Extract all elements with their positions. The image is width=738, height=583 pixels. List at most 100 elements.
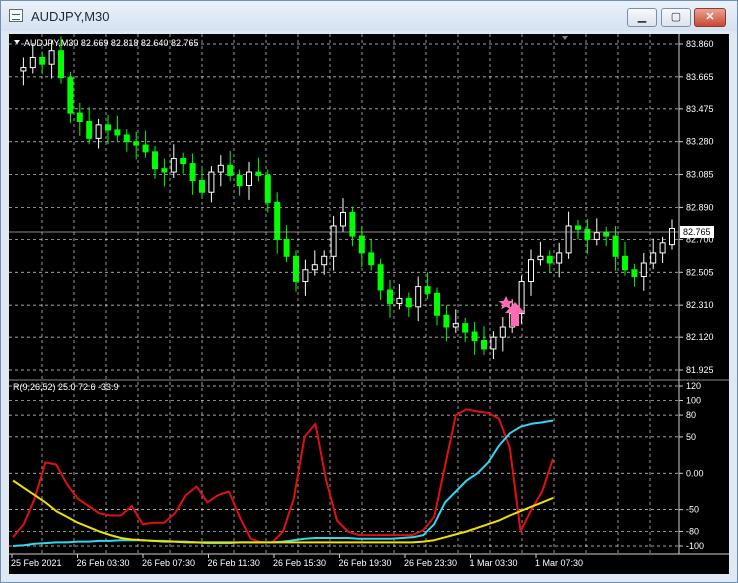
indicator-tick-label: -100 <box>686 541 704 551</box>
candle-body <box>189 163 196 181</box>
price-tick-label: 82.700 <box>686 234 714 244</box>
candle-body <box>170 158 177 173</box>
indicator-tick-label: 0.00 <box>686 468 704 478</box>
candle-body <box>537 255 544 261</box>
candle-body <box>58 50 64 79</box>
candle-body <box>330 225 337 257</box>
price-tick-label: 82.890 <box>686 202 714 212</box>
candle-body <box>481 340 487 350</box>
chart-canvas[interactable]: AUDJPY,M30 82.669 82.818 82.640 82.765 R… <box>9 34 729 574</box>
candle-body <box>76 112 83 122</box>
indicator-tick-label: 80 <box>686 410 696 420</box>
time-tick-label: 26 Feb 07:30 <box>142 558 195 568</box>
candle-body <box>227 164 234 176</box>
candle-body <box>659 242 666 254</box>
candle-body <box>180 158 187 165</box>
price-tick-label: 83.475 <box>686 104 714 114</box>
time-tick-label: 26 Feb 19:30 <box>339 558 392 568</box>
price-tick-label: 83.860 <box>686 39 714 49</box>
candle-body <box>650 252 657 264</box>
candle-body <box>274 201 281 240</box>
shift-marker-icon[interactable] <box>562 36 568 40</box>
candle-body <box>86 120 93 139</box>
candle-body <box>105 124 111 131</box>
time-tick-label: 1 Mar 07:30 <box>535 558 583 568</box>
candle-body <box>405 297 412 308</box>
candle-body <box>208 171 215 193</box>
title-bar[interactable]: AUDJPY,M30 ▁ ▢ ✕ <box>1 1 737 31</box>
candle-body <box>462 323 469 333</box>
candle-body <box>584 228 591 240</box>
candle-body <box>387 289 393 304</box>
candle-body <box>283 238 290 257</box>
candle-body <box>640 262 647 277</box>
candle-body <box>358 235 365 254</box>
price-tick-label: 82.505 <box>686 267 714 277</box>
candle-body <box>452 323 459 328</box>
indicator-line-yellow <box>12 479 554 544</box>
indicator-label: R(9,26,52) 25.0 72.6 -33.9 <box>13 382 119 392</box>
candle-body <box>142 144 149 153</box>
candle-body <box>246 171 252 187</box>
candle-body <box>490 336 497 350</box>
symbol-dropdown-icon[interactable] <box>14 40 20 44</box>
price-tick-label: 82.310 <box>686 300 714 310</box>
price-tick-label: 83.665 <box>686 72 714 82</box>
candle-body <box>565 225 572 254</box>
candle-body <box>528 259 534 283</box>
candle-body <box>152 151 158 170</box>
close-button[interactable]: ✕ <box>694 8 726 27</box>
candle-body <box>415 286 422 308</box>
chart-window-icon <box>9 9 23 22</box>
candle-body <box>133 141 140 146</box>
candle-body <box>199 179 205 193</box>
candle-body <box>29 56 36 69</box>
time-tick-label: 26 Feb 11:30 <box>208 558 260 568</box>
candle-body <box>95 124 102 139</box>
window-title: AUDJPY,M30 <box>31 9 110 24</box>
candle-body <box>593 232 600 240</box>
chart-area[interactable]: AUDJPY,M30 82.669 82.818 82.640 82.765 R… <box>9 34 729 574</box>
candle-body <box>67 77 74 114</box>
indicator-tick-label: 120 <box>686 381 701 391</box>
candle-body <box>39 56 46 65</box>
time-tick-label: 26 Feb 03:30 <box>77 558 130 568</box>
candle-body <box>321 255 328 266</box>
candle-body <box>612 235 619 257</box>
indicator-tick-label: 50 <box>686 432 696 442</box>
candle-body <box>236 174 243 187</box>
indicator-line-cyan <box>12 419 554 547</box>
candle-body <box>293 255 299 283</box>
chart-header: AUDJPY,M30 82.669 82.818 82.640 82.765 <box>24 38 198 48</box>
time-tick-label: 1 Mar 03:30 <box>470 558 518 568</box>
time-tick-label: 26 Feb 23:30 <box>404 558 457 568</box>
candle-body <box>20 67 27 72</box>
candle-body <box>669 227 675 246</box>
candle-body <box>123 134 130 143</box>
candle-body <box>48 50 55 65</box>
price-tick-label: 81.925 <box>686 365 714 375</box>
indicator-tick-label: 100 <box>686 396 701 406</box>
candle-body <box>622 255 628 271</box>
candle-body <box>217 164 224 173</box>
chart-window: AUDJPY,M30 ▁ ▢ ✕ AUDJPY,M30 82.669 82.81… <box>0 0 738 583</box>
minimize-button[interactable]: ▁ <box>627 8 657 27</box>
candle-body <box>471 331 478 342</box>
candle-body <box>114 129 121 136</box>
price-tick-label: 83.085 <box>686 170 714 180</box>
candle-body <box>377 264 384 291</box>
candle-body <box>161 168 168 173</box>
candle-body <box>302 269 309 283</box>
candle-body <box>556 252 563 264</box>
candle-body <box>255 171 262 176</box>
maximize-button[interactable]: ▢ <box>661 8 691 27</box>
candle-body <box>396 297 403 304</box>
candle-body <box>368 252 375 266</box>
candle-body <box>499 326 506 338</box>
candle-body <box>575 225 581 230</box>
candle-body <box>546 255 553 264</box>
candle-body <box>340 211 346 227</box>
price-tick-label: 83.280 <box>686 137 714 147</box>
time-tick-label: 25 Feb 2021 <box>11 558 62 568</box>
indicator-tick-label: -50 <box>686 505 699 515</box>
